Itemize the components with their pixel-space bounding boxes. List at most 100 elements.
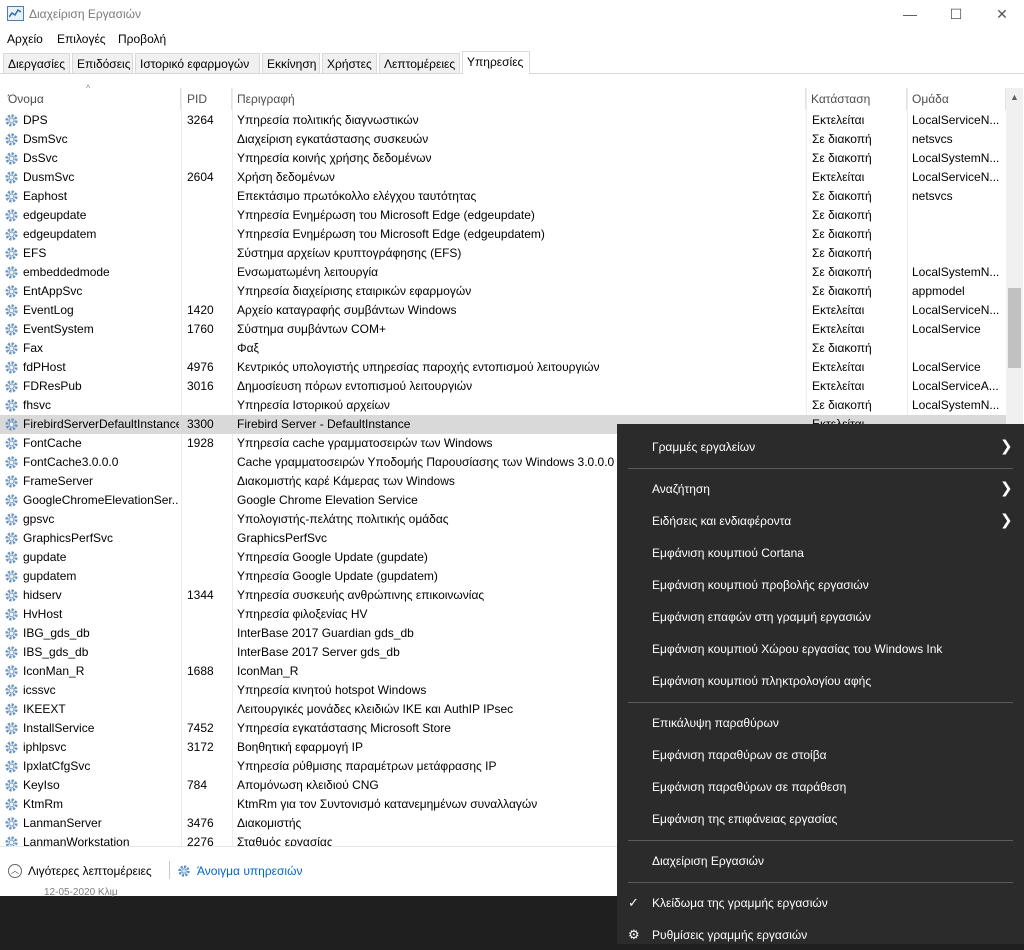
service-pid	[187, 225, 231, 244]
context-menu-item[interactable]: Εμφάνιση παραθύρων σε παράθεση	[617, 772, 1024, 802]
title-bar: Διαχείριση Εργασιών — ☐ ✕	[0, 0, 1024, 28]
context-menu-item[interactable]: Επικάλυψη παραθύρων	[617, 708, 1024, 738]
service-pid	[187, 757, 231, 776]
table-row[interactable]: EventSystem 1760 Σύστημα συμβάντων COM+ Εκτ…	[0, 320, 1006, 339]
service-pid: 3476	[187, 816, 214, 830]
service-gear-icon	[4, 398, 19, 413]
context-menu-item[interactable]: Διαχείριση Εργασιών	[617, 846, 1024, 876]
service-pid	[187, 491, 231, 510]
context-menu-item[interactable]: Εμφάνιση παραθύρων σε στοίβα	[617, 740, 1024, 770]
service-name: fhsvc	[23, 398, 52, 412]
table-row[interactable]: edgeupdatem Υπηρεσία Ενημέρωση του Micros…	[0, 225, 1006, 244]
service-group: netsvcs	[912, 132, 953, 146]
tab-startup[interactable]: Εκκίνηση	[262, 53, 320, 73]
service-name: DPS	[23, 113, 48, 127]
table-row[interactable]: edgeupdate Υπηρεσία Ενημέρωση του Microso…	[0, 206, 1006, 225]
service-gear-icon	[4, 436, 19, 451]
service-group: LocalSystemN...	[912, 398, 1000, 412]
context-menu-item[interactable]: Εμφάνιση επαφών στη γραμμή εργασιών	[617, 602, 1024, 632]
context-menu-item-label: Κλείδωμα της γραμμής εργασιών	[652, 896, 828, 910]
service-status: Σε διακοπή	[812, 132, 872, 146]
service-name: Fax	[23, 341, 44, 355]
context-menu-item[interactable]: Εμφάνιση κουμπιού Χώρου εργασίας του Win…	[617, 634, 1024, 664]
menu-view[interactable]: Προβολή	[118, 32, 166, 46]
context-menu-item[interactable]: Γραμμές εργαλείων ❯	[617, 432, 1024, 462]
table-row[interactable]: DPS 3264 Υπηρεσία πολιτικής διαγνωστικών Εκ…	[0, 111, 1006, 130]
menu-options[interactable]: Επιλογές	[57, 32, 106, 46]
context-menu-item-label: Εμφάνιση κουμπιού προβολής εργασιών	[652, 578, 869, 592]
service-status: Εκτελείται	[812, 170, 865, 184]
table-header: Όνομα PID Περιγραφή Κατάσταση Ομάδα	[0, 88, 1006, 110]
service-status: Σε διακοπή	[812, 208, 872, 222]
open-services-label: Άνοιγμα υπηρεσιών	[197, 864, 303, 878]
service-gear-icon	[4, 816, 19, 831]
service-group	[912, 206, 1005, 225]
context-menu-item[interactable]: Εμφάνιση κουμπιού Cortana	[617, 538, 1024, 568]
service-name: iphlpsvc	[23, 740, 67, 754]
menu-file[interactable]: Αρχείο	[7, 32, 43, 46]
service-gear-icon	[4, 626, 19, 641]
service-group: LocalService	[912, 322, 981, 336]
maximize-button[interactable]: ☐	[933, 0, 979, 28]
table-row[interactable]: DsmSvc Διαχείριση εγκατάστασης συσκευών Σε…	[0, 130, 1006, 149]
table-row[interactable]: embeddedmode Ενσωματωμένη λειτουργία Σε δι…	[0, 263, 1006, 282]
service-pid: 2276	[187, 835, 214, 846]
service-name: DsmSvc	[23, 132, 68, 146]
table-row[interactable]: Eaphost Επεκτάσιμο πρωτόκολλο ελέγχου ταυ…	[0, 187, 1006, 206]
fewer-details-button[interactable]: ︿ Λιγότερες λεπτομέρειες	[8, 862, 152, 880]
table-row[interactable]: DusmSvc 2604 Χρήση δεδομένων Εκτελείται Loca…	[0, 168, 1006, 187]
tab-users[interactable]: Χρήστες	[322, 53, 377, 73]
tab-details[interactable]: Λεπτομέρειες	[379, 53, 460, 73]
service-name: edgeupdatem	[23, 227, 97, 241]
table-row[interactable]: FDResPub 3016 Δημοσίευση πόρων εντοπισμού …	[0, 377, 1006, 396]
service-group: LocalServiceA...	[912, 379, 999, 393]
context-menu-item[interactable]: ⚙ Ρυθμίσεις γραμμής εργασιών	[617, 920, 1024, 950]
context-menu-item-label: Διαχείριση Εργασιών	[652, 854, 765, 868]
table-row[interactable]: EventLog 1420 Αρχείο καταγραφής συμβάντων …	[0, 301, 1006, 320]
tab-app-history[interactable]: Ιστορικό εφαρμογών	[135, 53, 260, 73]
service-pid: 1760	[187, 322, 214, 336]
table-row[interactable]: EFS Σύστημα αρχείων κρυπτογράφησης (EFS) Σ…	[0, 244, 1006, 263]
scroll-up-arrow[interactable]: ▲	[1009, 92, 1020, 103]
close-button[interactable]: ✕	[979, 0, 1024, 28]
column-header-status[interactable]: Κατάσταση	[807, 88, 907, 110]
service-gear-icon	[4, 170, 19, 185]
service-status: Εκτελείται	[812, 360, 865, 374]
service-status: Εκτελείται	[812, 113, 865, 127]
service-name: KtmRm	[23, 797, 63, 811]
context-menu-item[interactable]: Εμφάνιση της επιφάνειας εργασίας	[617, 804, 1024, 834]
table-row[interactable]: Fax Φαξ Σε διακοπή	[0, 339, 1006, 358]
service-gear-icon	[4, 474, 19, 489]
scrollbar-thumb[interactable]	[1008, 288, 1021, 368]
context-menu-item[interactable]: Εμφάνιση κουμπιού πληκτρολογίου αφής	[617, 666, 1024, 696]
tab-bar: Διεργασίες Επιδόσεις Ιστορικό εφαρμογών …	[0, 51, 1024, 74]
table-row[interactable]: fdPHost 4976 Κεντρικός υπολογιστής υπηρεσί…	[0, 358, 1006, 377]
column-header-group[interactable]: Ομάδα	[908, 88, 1006, 110]
column-header-pid[interactable]: PID	[183, 88, 232, 110]
service-gear-icon	[4, 208, 19, 223]
tab-performance[interactable]: Επιδόσεις	[72, 53, 133, 73]
service-gear-icon	[4, 417, 19, 432]
service-pid	[187, 605, 231, 624]
context-menu-item-label: Εμφάνιση κουμπιού Cortana	[652, 546, 804, 560]
tab-services[interactable]: Υπηρεσίες	[462, 51, 530, 74]
column-header-name[interactable]: Όνομα	[4, 88, 181, 110]
minimize-button[interactable]: —	[887, 0, 933, 28]
context-menu-item[interactable]: Εμφάνιση κουμπιού προβολής εργασιών	[617, 570, 1024, 600]
table-row[interactable]: EntAppSvc Υπηρεσία διαχείρισης εταιρικών …	[0, 282, 1006, 301]
context-menu-item[interactable]: ✓ Κλείδωμα της γραμμής εργασιών	[617, 888, 1024, 918]
table-row[interactable]: fhsvc Υπηρεσία Ιστορικού αρχείων Σε διακοπ…	[0, 396, 1006, 415]
tab-processes[interactable]: Διεργασίες	[3, 53, 70, 73]
table-row[interactable]: DsSvc Υπηρεσία κοινής χρήσης δεδομένων Σε …	[0, 149, 1006, 168]
service-pid	[187, 510, 231, 529]
service-name: InstallService	[23, 721, 95, 735]
service-description: Χρήση δεδομένων	[237, 170, 335, 184]
context-menu-item[interactable]: Αναζήτηση ❯	[617, 474, 1024, 504]
service-group: appmodel	[912, 284, 965, 298]
service-name: IpxlatCfgSvc	[23, 759, 91, 773]
service-group: LocalServiceN...	[912, 303, 1000, 317]
context-menu-item[interactable]: Ειδήσεις και ενδιαφέροντα ❯	[617, 506, 1024, 536]
open-services-link[interactable]: Άνοιγμα υπηρεσιών	[177, 862, 302, 880]
service-pid	[187, 244, 231, 263]
column-header-description[interactable]: Περιγραφή	[233, 88, 806, 110]
